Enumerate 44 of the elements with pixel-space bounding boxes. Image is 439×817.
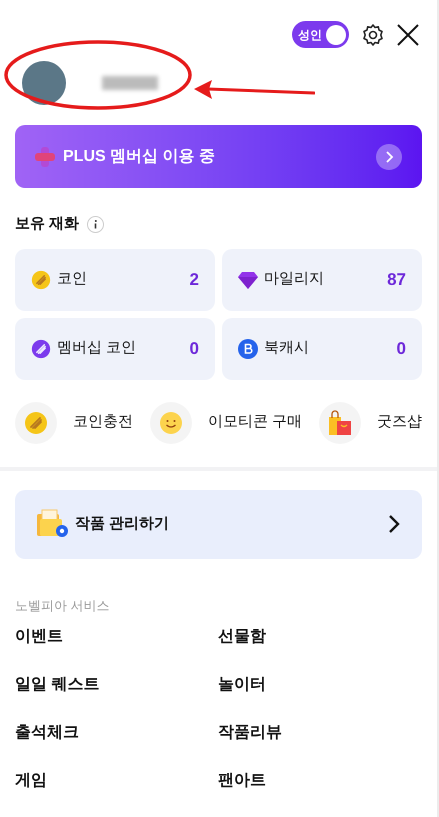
currency-label: 멤버십 코인 [57,338,138,358]
section-title: 노벨피아 서비스 [15,596,111,614]
service-link[interactable]: 이벤트 [15,625,63,649]
quick-action[interactable]: 굿즈샵 [318,402,422,444]
currency-card[interactable]: 마일리지 87 [222,248,422,310]
service-link[interactable]: 팬아트 [218,769,266,793]
settings-icon[interactable] [361,22,385,46]
currency-card[interactable]: 북캐시 0 [222,318,422,380]
info-icon[interactable] [87,216,104,233]
quick-action[interactable]: 이모티콘 구매 [150,402,302,444]
chevron-right-icon [388,514,400,534]
currency-amount: 2 [190,268,199,291]
service-link[interactable]: 작품리뷰 [218,721,282,745]
currency-amount: 87 [387,268,406,291]
shopping-bag-icon [328,410,352,436]
coin-icon [24,410,48,434]
gem-icon [238,270,258,288]
currency-label: 마일리지 [264,269,325,290]
currency-card[interactable]: 멤버십 코인 0 [15,318,215,380]
membership-banner[interactable]: PLUS 멤버십 이용 중 [15,125,422,188]
section-title: 보유 재화 [15,214,80,234]
close-icon[interactable] [397,24,419,46]
chevron-right-icon [376,144,402,170]
currency-card[interactable]: 코인 2 [15,248,215,310]
service-link[interactable]: 게임 [15,769,47,793]
currency-amount: 0 [190,338,199,360]
service-link[interactable]: 놀이터 [218,673,266,697]
service-link[interactable]: 일일 퀘스트 [15,673,100,697]
avatar[interactable] [22,61,66,105]
currency-amount: 0 [396,338,406,360]
manage-works-card[interactable]: 작품 관리하기 [15,490,422,558]
coin-icon [31,270,51,290]
quick-action[interactable]: 코인충전 [15,402,133,444]
currency-label: 북캐시 [264,338,310,358]
folder-gear-icon [37,509,69,539]
blurred-username [102,76,158,90]
smiley-icon [158,410,183,434]
bookcash-icon [238,338,258,358]
plus-logo-icon [35,146,55,166]
service-link[interactable]: 선물함 [218,625,266,649]
adult-toggle[interactable]: 성인 [292,21,349,48]
coin-icon [31,338,51,358]
currency-label: 코인 [57,269,88,290]
service-link[interactable]: 출석체크 [15,721,79,745]
